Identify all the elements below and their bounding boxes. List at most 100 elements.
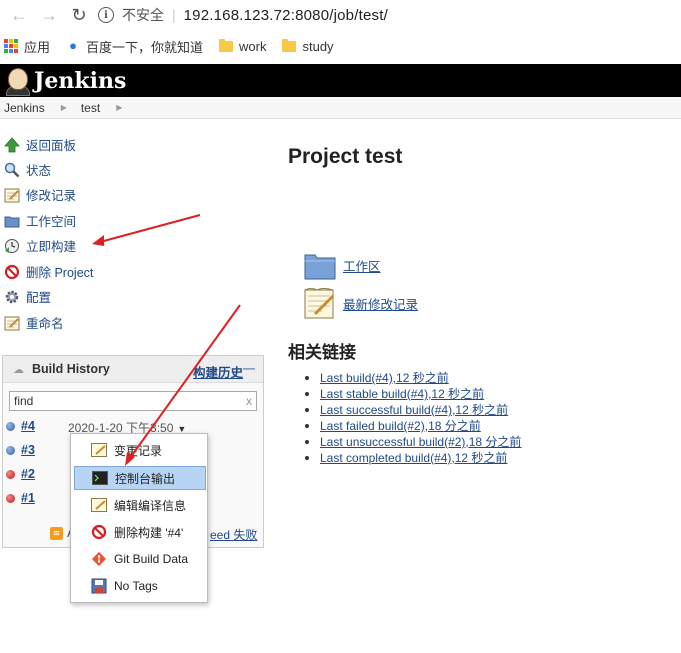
menu-item-no-tags[interactable]: No Tags [74, 574, 206, 598]
insecure-label: 不安全 [122, 7, 164, 23]
task-rename[interactable]: 重命名 [3, 313, 64, 332]
recent-changes-link[interactable]: 最新修改记录 [303, 286, 418, 320]
workspace-link[interactable]: 工作区 [303, 248, 381, 282]
list-item[interactable]: Last stable build(#4),12 秒之前 [305, 386, 521, 402]
build-number-link[interactable]: #4 [21, 419, 35, 433]
notepad-icon [3, 186, 21, 204]
baidu-paw-icon: ● [69, 38, 77, 53]
related-link[interactable]: Last build(#4),12 秒之前 [320, 370, 449, 386]
build-row: #3 [6, 443, 35, 457]
task-label: 工作空间 [26, 215, 77, 229]
bookmark-label: 百度一下，你就知道 [86, 39, 204, 55]
build-search-input[interactable]: find x [9, 391, 257, 411]
build-history-title: Build History [32, 362, 110, 376]
breadcrumb-chevron-icon[interactable]: ▶ [116, 103, 122, 112]
build-row: #1 [6, 491, 35, 505]
gear-icon [3, 288, 21, 306]
task-delete-project[interactable]: 删除 Project [3, 262, 93, 281]
build-context-menu: 变更记录 控制台输出 编辑编译信息 删除构建 '#4' Git Build Da… [70, 433, 208, 603]
breadcrumb-jenkins[interactable]: Jenkins [4, 101, 45, 115]
browser-toolbar: ← → ↻ i 不安全 | 192.168.123.72:8080/job/te… [0, 0, 681, 30]
list-item[interactable]: Last build(#4),12 秒之前 [305, 370, 521, 386]
annotation-arrow-build-now [99, 214, 201, 243]
task-configure[interactable]: 配置 [3, 287, 51, 306]
list-item[interactable]: Last successful build(#4),12 秒之前 [305, 402, 521, 418]
jenkins-butler-logo[interactable] [4, 66, 32, 96]
menu-item-label: No Tags [114, 579, 158, 593]
task-status[interactable]: 状态 [3, 160, 51, 179]
notepad-icon [90, 442, 108, 458]
bookmark-study[interactable]: study [282, 38, 334, 54]
notepad-icon [90, 497, 108, 513]
forward-button[interactable]: → [38, 4, 60, 26]
url-text[interactable]: 192.168.123.72:8080/job/test/ [184, 7, 388, 24]
rss-fail-link[interactable]: eed 失败 [210, 526, 257, 543]
no-entry-icon [90, 524, 108, 540]
related-links-list: Last build(#4),12 秒之前 Last stable build(… [305, 370, 521, 466]
list-item[interactable]: Last completed build(#4),12 秒之前 [305, 450, 521, 466]
jenkins-header: Jenkins [0, 64, 681, 97]
menu-item-label: 编辑编译信息 [114, 498, 187, 513]
apps-icon [4, 39, 18, 53]
build-number-link[interactable]: #3 [21, 443, 35, 457]
menu-item-git-build-data[interactable]: Git Build Data [74, 547, 206, 571]
recent-changes-label: 最新修改记录 [343, 297, 419, 312]
build-row: #2 [6, 467, 35, 481]
arrow-right-icon: → [40, 4, 58, 25]
git-icon [90, 551, 108, 567]
cloud-icon: ☁ [13, 363, 24, 376]
menu-item-label: 变更记录 [114, 443, 163, 458]
folder-icon [282, 38, 297, 52]
reload-button[interactable]: ↻ [68, 4, 90, 26]
menu-item-label: 控制台输出 [115, 471, 176, 486]
task-changes[interactable]: 修改记录 [3, 185, 76, 204]
related-link[interactable]: Last unsuccessful build(#2),18 分之前 [320, 434, 521, 450]
address-bar[interactable]: i 不安全 | 192.168.123.72:8080/job/test/ [98, 3, 388, 27]
menu-item-delete-build[interactable]: 删除构建 '#4' [74, 520, 206, 544]
page-title: Project test [288, 145, 403, 168]
task-label: 重命名 [26, 317, 64, 331]
menu-item-label: Git Build Data [114, 552, 189, 566]
related-link[interactable]: Last stable build(#4),12 秒之前 [320, 386, 484, 402]
list-item[interactable]: Last unsuccessful build(#2),18 分之前 [305, 434, 521, 450]
breadcrumb-test[interactable]: test [81, 101, 100, 115]
build-trend-link[interactable]: 构建历史 [193, 362, 243, 381]
menu-item-label: 删除构建 '#4' [114, 525, 184, 540]
clear-icon[interactable]: x [246, 392, 252, 410]
task-label: 立即构建 [26, 240, 77, 254]
build-history-header: ☁ Build History 构建历史 — [3, 356, 263, 383]
task-label: 状态 [26, 164, 52, 178]
build-number-link[interactable]: #2 [21, 467, 35, 481]
task-workspace[interactable]: 工作空间 [3, 211, 76, 230]
build-row: #4 [6, 419, 35, 433]
info-icon[interactable]: i [98, 7, 114, 23]
bookmark-work[interactable]: work [219, 38, 266, 54]
menu-item-changes[interactable]: 变更记录 [74, 438, 206, 462]
build-number-link[interactable]: #1 [21, 491, 35, 505]
rss-icon: ≋ [50, 526, 63, 540]
task-label: 修改记录 [26, 189, 77, 203]
menu-item-edit-build-info[interactable]: 编辑编译信息 [74, 493, 206, 517]
bookmark-apps[interactable]: 应用 [4, 37, 50, 56]
annotation-arrowhead [92, 235, 104, 246]
no-entry-icon [3, 263, 21, 281]
menu-item-console-output[interactable]: 控制台输出 [74, 466, 206, 490]
bookmark-baidu[interactable]: ● 百度一下，你就知道 [66, 37, 203, 56]
search-icon [3, 161, 21, 179]
bookmarks-bar: 应用 ● 百度一下，你就知道 work study [0, 33, 681, 59]
list-item[interactable]: Last failed build(#2),18 分之前 [305, 418, 521, 434]
collapse-icon[interactable]: — [243, 361, 255, 375]
breadcrumb-chevron-icon[interactable]: ▶ [61, 103, 67, 112]
reload-icon: ↻ [71, 4, 87, 25]
bookmark-label: 应用 [24, 39, 51, 55]
workspace-label: 工作区 [343, 259, 381, 274]
related-link[interactable]: Last completed build(#4),12 秒之前 [320, 450, 507, 466]
breadcrumb: Jenkins ▶ test ▶ [0, 97, 681, 119]
jenkins-title[interactable]: Jenkins [34, 68, 126, 94]
task-build-now[interactable]: 立即构建 [3, 236, 76, 255]
task-back-to-dashboard[interactable]: 返回面板 [3, 135, 76, 154]
task-label: 返回面板 [26, 139, 77, 153]
related-link[interactable]: Last successful build(#4),12 秒之前 [320, 402, 508, 418]
related-link[interactable]: Last failed build(#2),18 分之前 [320, 418, 481, 434]
back-button[interactable]: ← [8, 4, 30, 26]
